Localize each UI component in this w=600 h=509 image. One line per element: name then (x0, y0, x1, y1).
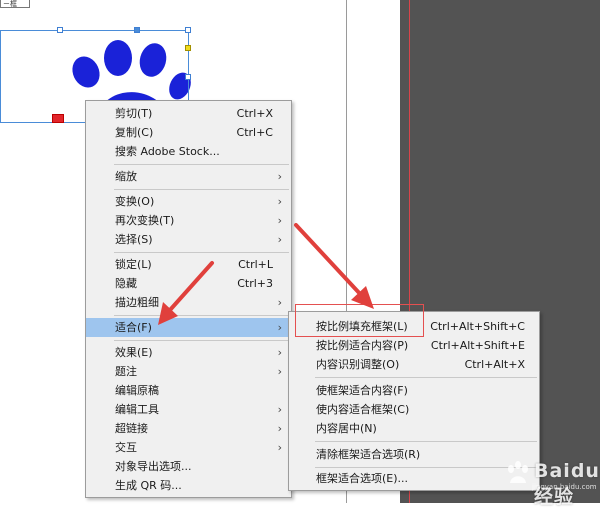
menu-separator (114, 164, 289, 165)
menu-item-effects[interactable]: 效果(E) › (86, 343, 291, 362)
annotation-highlight-box (295, 304, 424, 337)
menu-item-cut[interactable]: 剪切(T) Ctrl+X (86, 104, 291, 123)
submenu-item-fit-content-proportionally[interactable]: 按比例适合内容(P) Ctrl+Alt+Shift+E (289, 336, 539, 355)
content-grabber-handle[interactable] (52, 114, 64, 123)
submenu-item-content-aware-fit[interactable]: 内容识别调整(O) Ctrl+Alt+X (289, 355, 539, 374)
menu-item-lock[interactable]: 锁定(L) Ctrl+L (86, 255, 291, 274)
menu-separator (114, 252, 289, 253)
corner-options-handle[interactable] (185, 45, 191, 51)
menu-item-zoom[interactable]: 缩放 › (86, 167, 291, 186)
watermark-url: jingyan.baidu.com (532, 483, 597, 491)
menu-separator (315, 441, 537, 442)
submenu-arrow-icon: › (277, 403, 282, 416)
menu-item-search-adobe-stock[interactable]: 搜索 Adobe Stock... (86, 142, 291, 161)
submenu-arrow-icon: › (277, 233, 282, 246)
menu-item-edit-original[interactable]: 编辑原稿 (86, 381, 291, 400)
menu-separator (114, 315, 289, 316)
submenu-arrow-icon: › (277, 422, 282, 435)
paw-logo-icon (508, 461, 528, 483)
submenu-item-center-content[interactable]: 内容居中(N) (289, 419, 539, 438)
menu-item-hyperlinks[interactable]: 超链接 › (86, 419, 291, 438)
submenu-item-fit-content-to-frame[interactable]: 使内容适合框架(C) (289, 400, 539, 419)
menu-item-transform[interactable]: 变换(O) › (86, 192, 291, 211)
menu-separator (114, 340, 289, 341)
resize-handle-top[interactable] (57, 27, 63, 33)
submenu-arrow-icon: › (277, 296, 282, 309)
watermark: Baidu经验 jingyan.baidu.com (492, 454, 599, 508)
menu-item-object-export-options[interactable]: 对象导出选项... (86, 457, 291, 476)
submenu-arrow-icon: › (277, 170, 282, 183)
context-menu: 剪切(T) Ctrl+X 复制(C) Ctrl+C 搜索 Adobe Stock… (85, 100, 292, 498)
submenu-arrow-icon: › (277, 441, 282, 454)
submenu-arrow-icon: › (277, 214, 282, 227)
resize-handle-top-center[interactable] (134, 27, 140, 33)
menu-item-stroke-weight[interactable]: 描边粗细 › (86, 293, 291, 312)
menu-item-copy[interactable]: 复制(C) Ctrl+C (86, 123, 291, 142)
submenu-arrow-icon: › (277, 195, 282, 208)
menu-item-select[interactable]: 选择(S) › (86, 230, 291, 249)
submenu-arrow-icon: › (277, 365, 282, 378)
resize-handle-top-right[interactable] (185, 27, 191, 33)
menu-item-interactive[interactable]: 交互 › (86, 438, 291, 457)
submenu-arrow-icon: › (277, 346, 282, 359)
submenu-item-fit-frame-to-content[interactable]: 使框架适合内容(F) (289, 381, 539, 400)
menu-separator (114, 189, 289, 190)
menu-item-edit-with[interactable]: 编辑工具 › (86, 400, 291, 419)
menu-item-generate-qr-code[interactable]: 生成 QR 码... (86, 476, 291, 495)
resize-handle-right[interactable] (185, 74, 191, 80)
menu-item-fitting[interactable]: 适合(F) › (86, 318, 291, 337)
submenu-arrow-icon: › (277, 321, 282, 334)
menu-item-captions[interactable]: 题注 › (86, 362, 291, 381)
menu-item-transform-again[interactable]: 再次变换(T) › (86, 211, 291, 230)
menu-item-hide[interactable]: 隐藏 Ctrl+3 (86, 274, 291, 293)
menu-separator (315, 377, 537, 378)
